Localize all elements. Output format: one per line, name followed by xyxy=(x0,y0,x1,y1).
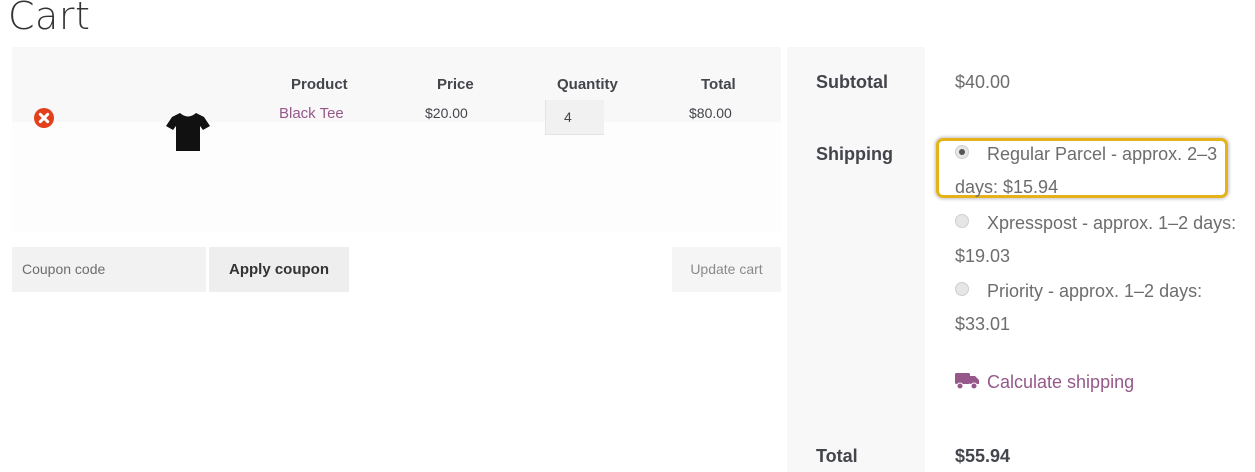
shipping-option-xpresspost[interactable]: Xpresspost - approx. 1–2 days: $19.03 xyxy=(955,207,1255,273)
shipping-option-label: Xpresspost - approx. 1–2 days: $19.03 xyxy=(955,213,1237,266)
subtotal-label: Subtotal xyxy=(816,72,888,92)
page-title: Cart xyxy=(8,0,91,38)
cart-table-header: Product Price Quantity Total xyxy=(12,47,781,122)
cart-totals-label-column xyxy=(787,47,925,472)
shipping-option-label: Regular Parcel - approx. 2–3 days: $15.9… xyxy=(955,144,1218,197)
product-link-black-tee[interactable]: Black Tee xyxy=(279,105,344,122)
column-header-price: Price xyxy=(437,76,474,93)
shipping-label: Shipping xyxy=(816,144,893,164)
radio-unchecked-icon[interactable] xyxy=(955,282,969,297)
apply-coupon-button[interactable]: Apply coupon xyxy=(209,247,349,292)
item-price: $20.00 xyxy=(425,105,468,121)
update-cart-button[interactable]: Update cart xyxy=(672,247,781,292)
radio-checked-icon[interactable] xyxy=(955,145,969,160)
quantity-input[interactable]: 4 xyxy=(545,100,604,135)
item-line-total: $80.00 xyxy=(689,105,732,121)
column-header-product: Product xyxy=(291,76,348,93)
shipping-option-label: Priority - approx. 1–2 days: $33.01 xyxy=(955,281,1203,334)
shipping-option-priority[interactable]: Priority - approx. 1–2 days: $33.01 xyxy=(955,275,1255,341)
order-total-value: $55.94 xyxy=(955,446,1011,466)
calculate-shipping-label: Calculate shipping xyxy=(987,372,1135,392)
radio-unchecked-icon[interactable] xyxy=(955,214,969,229)
cart-table: Product Price Quantity Total xyxy=(12,47,781,232)
black-tshirt-icon[interactable] xyxy=(158,101,218,161)
calculate-shipping-link[interactable]: Calculate shipping xyxy=(955,372,1134,393)
total-label: Total xyxy=(816,446,858,466)
column-header-total: Total xyxy=(701,76,736,93)
column-header-quantity: Quantity xyxy=(557,76,618,93)
subtotal-value: $40.00 xyxy=(955,72,1011,92)
truck-icon xyxy=(955,373,979,390)
remove-item-icon[interactable] xyxy=(34,108,54,128)
shipping-option-regular-parcel[interactable]: Regular Parcel - approx. 2–3 days: $15.9… xyxy=(955,138,1255,204)
cart-item-row xyxy=(12,122,781,232)
coupon-code-input[interactable]: Coupon code xyxy=(12,247,206,292)
